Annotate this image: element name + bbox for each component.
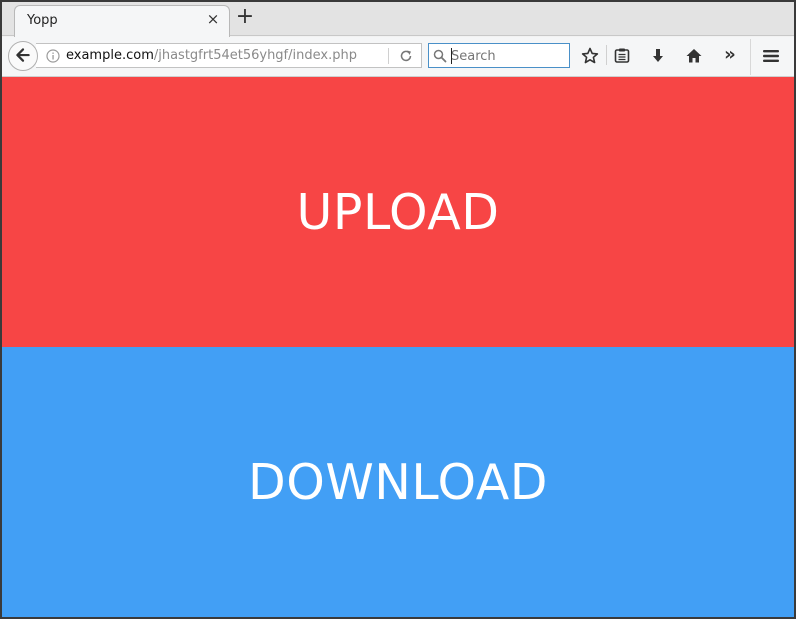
upload-label: UPLOAD [296, 183, 500, 241]
browser-window: Yopp × + example.com/jhastgfrt54et56yhgf… [2, 2, 794, 617]
tab-close-icon[interactable]: × [205, 11, 221, 27]
search-icon [433, 49, 447, 63]
url-bar[interactable]: example.com/jhastgfrt54et56yhgf/index.ph… [36, 43, 422, 68]
tab-strip: Yopp × + [2, 2, 794, 37]
toolbar-divider [606, 45, 607, 65]
info-icon[interactable] [46, 49, 60, 63]
new-tab-button[interactable]: + [234, 6, 256, 29]
toolbar-divider [750, 39, 751, 75]
home-icon[interactable] [684, 46, 704, 66]
upload-button[interactable]: UPLOAD [2, 77, 794, 347]
tab-yopp[interactable]: Yopp × [14, 5, 230, 37]
star-icon[interactable] [580, 46, 600, 66]
back-button[interactable] [8, 41, 38, 71]
url-text[interactable]: example.com/jhastgfrt54et56yhgf/index.ph… [66, 48, 357, 63]
reading-list-icon[interactable] [612, 46, 632, 66]
url-path: /jhastgfrt54et56yhgf/index.php [153, 48, 357, 63]
download-button[interactable]: DOWNLOAD [2, 347, 794, 617]
page-content: UPLOAD DOWNLOAD [2, 77, 794, 617]
back-icon [16, 48, 30, 62]
download-label: DOWNLOAD [248, 453, 548, 511]
overflow-icon[interactable]: » [720, 45, 740, 65]
navigation-bar: example.com/jhastgfrt54et56yhgf/index.ph… [2, 37, 794, 77]
download-icon[interactable] [648, 46, 668, 66]
text-caret [451, 48, 452, 64]
reload-icon[interactable] [399, 49, 413, 63]
url-divider [388, 48, 389, 64]
search-input[interactable] [451, 46, 567, 66]
menu-icon[interactable] [761, 46, 781, 66]
search-bar[interactable] [428, 43, 570, 68]
url-domain: example.com [66, 48, 154, 63]
tab-title: Yopp [27, 13, 58, 28]
